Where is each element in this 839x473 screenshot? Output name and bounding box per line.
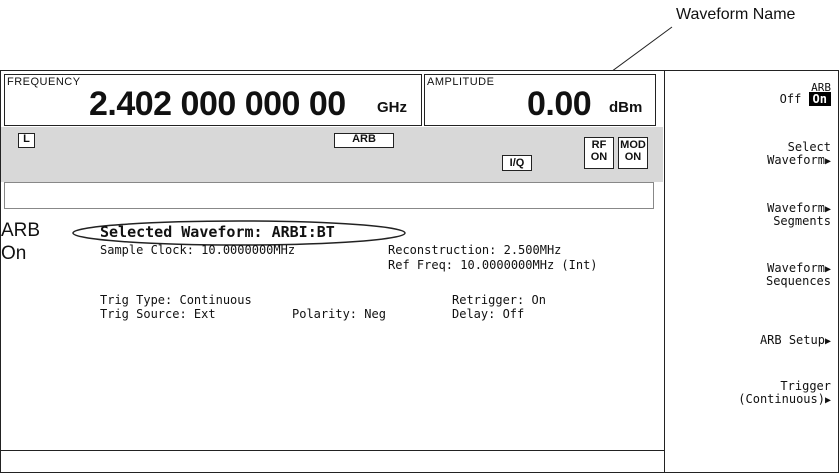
softkey-trigger-line2: (Continuous) [738,392,825,407]
frequency-label: FREQUENCY [7,76,81,88]
amplitude-label: AMPLITUDE [427,76,495,88]
submenu-arrow-icon: ▶ [824,156,831,168]
ref-freq: Ref Freq: 10.0000000MHz (Int) [388,258,598,272]
trig-type: Trig Type: Continuous [100,293,252,307]
softkey-select-waveform-line2: Waveform [767,153,825,168]
softkey-arb-setup[interactable]: ARB Setup▶ [759,333,831,347]
amplitude-value: 0.00 [527,85,592,123]
softkey-waveform-segments[interactable]: Waveform▶ Segments [767,201,831,229]
trig-source: Trig Source: Ext [100,307,216,321]
sample-clock: Sample Clock: 10.0000000MHz [100,243,296,257]
softkey-select-waveform[interactable]: Select Waveform▶ [767,140,831,168]
frequency-unit: GHz [377,99,407,116]
softkey-arb-off: Off [779,92,802,107]
display-bottom-border [0,450,664,451]
local-annunciator: L [18,133,35,148]
rf-on-annunciator: RF ON [584,137,614,169]
arb-annunciator: ARB [334,133,394,148]
mod-annunciator-line2: ON [624,150,642,163]
softkey-waveform-segments-line1: Waveform [767,201,825,215]
submenu-arrow-icon: ▶ [824,395,831,407]
reconstruction: Reconstruction: 2.500MHz [388,243,562,257]
softkey-trigger[interactable]: Trigger (Continuous)▶ [738,379,831,407]
softkey-waveform-sequences-line1: Waveform [767,261,825,275]
frequency-value: 2.402 000 000 00 [89,85,346,123]
amplitude-area[interactable]: AMPLITUDE 0.00 dBm [424,74,656,126]
mode-label-line1: ARB [1,220,41,241]
iq-annunciator: I/Q [502,155,532,171]
softkey-waveform-sequences[interactable]: Waveform▶ Sequences [765,261,831,289]
softkey-arb-toggle[interactable]: ARB Off On [779,81,831,107]
retrigger: Retrigger: On [452,293,546,307]
softkey-arb-on: On [808,92,831,107]
amplitude-unit: dBm [609,99,643,116]
mod-annunciator-line1: MOD [620,139,646,151]
rf-annunciator-line2: ON [590,150,608,163]
rf-annunciator-line1: RF [591,139,607,151]
polarity: Polarity: Neg [292,307,386,321]
delay: Delay: Off [452,307,525,321]
softkey-waveform-sequences-line2: Sequences [765,274,831,289]
submenu-arrow-icon: ▶ [824,336,831,347]
annunciator-bar [1,127,663,182]
mod-on-annunciator: MOD ON [618,137,648,169]
softkey-waveform-segments-line2: Segments [773,214,831,229]
message-line [4,182,654,209]
mode-label-line2: On [1,243,27,264]
softkey-arb-setup-label: ARB Setup [759,333,825,347]
frequency-area[interactable]: FREQUENCY 2.402 000 000 00 GHz [4,74,422,126]
selected-waveform: Selected Waveform: ARBI:BT [100,223,335,241]
